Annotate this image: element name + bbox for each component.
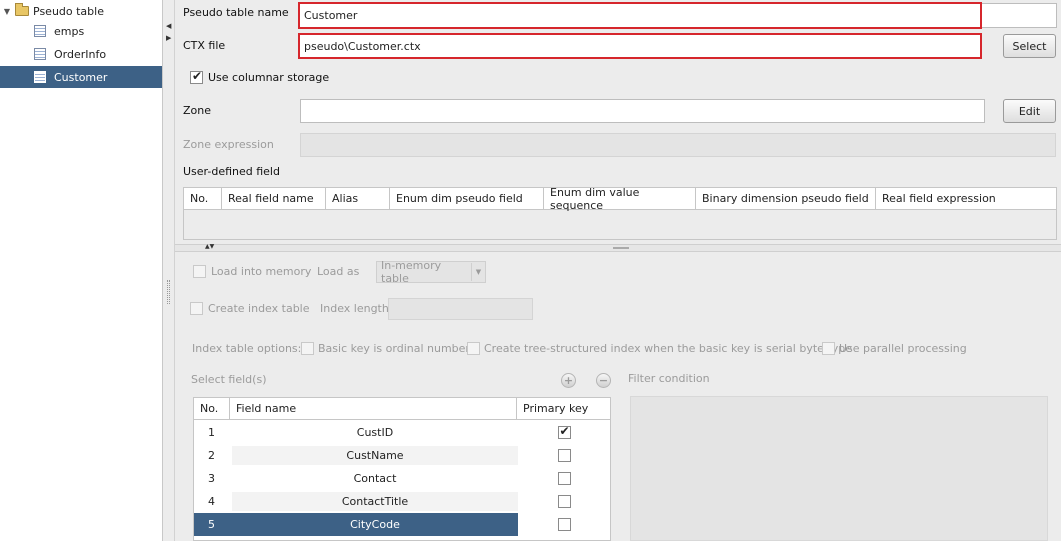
load-into-memory-option: Load into memory (193, 265, 311, 278)
table-icon (34, 48, 46, 60)
udf-col-alias[interactable]: Alias (326, 188, 390, 209)
primary-key-checkbox[interactable] (557, 449, 571, 462)
table-row[interactable]: 1 CustID (194, 421, 610, 444)
folder-icon (15, 3, 29, 16)
zone-input[interactable] (300, 99, 985, 123)
field-name-cell[interactable]: ContactTitle (232, 492, 518, 511)
field-name-cell[interactable]: Contact (232, 469, 518, 488)
load-into-memory-checkbox (193, 265, 206, 278)
field-table-header: No. Field name Primary key (194, 398, 610, 420)
row-number: 5 (194, 513, 232, 536)
primary-key-checkbox[interactable] (557, 495, 571, 508)
dropdown-arrow-icon: ▼ (471, 263, 485, 281)
parallel-processing-checkbox (822, 342, 835, 355)
field-col-field-name[interactable]: Field name (230, 398, 517, 419)
pseudo-table-name-input-extension[interactable] (982, 3, 1057, 28)
add-field-button[interactable]: + (561, 373, 576, 388)
load-into-memory-label: Load into memory (211, 265, 312, 278)
udf-col-real-field-name[interactable]: Real field name (222, 188, 326, 209)
field-name-cell[interactable]: CustID (232, 423, 518, 442)
load-as-value: In-memory table (381, 259, 442, 285)
filter-condition-label: Filter condition (628, 372, 710, 385)
load-as-label: Load as (317, 265, 360, 278)
primary-key-checkbox[interactable] (557, 472, 571, 485)
udf-col-no[interactable]: No. (184, 188, 222, 209)
user-defined-field-table: No. Real field name Alias Enum dim pseud… (183, 186, 1057, 240)
basic-key-ordinal-label: Basic key is ordinal number (318, 342, 470, 355)
row-number: 3 (208, 472, 215, 485)
tree-item-emps[interactable]: emps (0, 20, 162, 42)
udf-table-header: No. Real field name Alias Enum dim pseud… (184, 186, 1056, 212)
index-length-input (388, 298, 533, 320)
zone-label: Zone (183, 104, 212, 117)
ctx-file-input[interactable]: pseudo\Customer.ctx (298, 33, 982, 59)
create-index-table-option: Create index table (190, 302, 310, 315)
tree-item-label: Customer (54, 70, 108, 84)
horizontal-grip-icon[interactable] (613, 247, 629, 249)
primary-key-checkbox[interactable] (557, 518, 571, 531)
pseudo-table-name-label: Pseudo table name (183, 6, 289, 19)
use-columnar-storage-checkbox[interactable] (190, 69, 203, 84)
create-index-table-checkbox (190, 302, 203, 315)
row-number: 1 (208, 426, 215, 439)
expand-arrow-icon[interactable]: ▼ (2, 7, 12, 16)
parallel-processing-option: Use parallel processing (822, 342, 967, 355)
field-col-primary-key[interactable]: Primary key (517, 398, 610, 419)
basic-key-ordinal-checkbox (301, 342, 314, 355)
field-col-no[interactable]: No. (194, 398, 230, 419)
remove-field-button[interactable]: − (596, 373, 611, 388)
table-row[interactable]: 4 ContactTitle (194, 490, 610, 513)
zone-expression-label: Zone expression (183, 138, 274, 151)
table-row-selected[interactable]: 5 CityCode (194, 513, 610, 536)
tree-index-label: Create tree-structured index when the ba… (484, 342, 852, 355)
collapse-left-icon[interactable]: ◀ (166, 22, 171, 30)
create-index-table-label: Create index table (208, 302, 310, 315)
udf-col-binary-dimension-pseudo-field[interactable]: Binary dimension pseudo field (696, 188, 876, 209)
table-icon (34, 71, 46, 83)
tree-item-label: emps (54, 24, 85, 38)
use-columnar-storage-label: Use columnar storage (208, 71, 330, 84)
tree-item-label: OrderInfo (54, 47, 107, 61)
index-length-label: Index length (320, 302, 389, 315)
splitter-arrows-icon[interactable]: ▲▼ (205, 243, 214, 250)
user-defined-field-label: User-defined field (183, 165, 280, 178)
filter-condition-editor (630, 396, 1048, 541)
table-icon (34, 25, 46, 37)
use-columnar-storage-option[interactable]: Use columnar storage (190, 69, 330, 84)
edit-button[interactable]: Edit (1003, 99, 1056, 123)
zone-expression-input (300, 133, 1056, 157)
tree-item-orderinfo[interactable]: OrderInfo (0, 43, 162, 65)
tree-index-option: Create tree-structured index when the ba… (467, 342, 852, 355)
row-number: 2 (208, 449, 215, 462)
field-name-cell[interactable]: CustName (232, 446, 518, 465)
index-table-options-label: Index table options: (192, 342, 302, 355)
udf-col-enum-dim-value-sequence[interactable]: Enum dim value sequence (544, 186, 696, 212)
udf-col-enum-dim-pseudo-field[interactable]: Enum dim pseudo field (390, 188, 544, 209)
field-table: No. Field name Primary key 1 CustID 2 Cu… (193, 397, 611, 541)
primary-key-checkbox[interactable] (557, 424, 571, 439)
table-row[interactable]: 2 CustName (194, 444, 610, 467)
select-button[interactable]: Select (1003, 34, 1056, 58)
field-name-cell[interactable]: CityCode (232, 513, 518, 536)
tree-root-label: Pseudo table (33, 4, 104, 18)
udf-col-real-field-expression[interactable]: Real field expression (876, 188, 1056, 209)
pseudo-table-tree: ▼ Pseudo table emps OrderInfo Customer (0, 0, 163, 541)
parallel-processing-label: Use parallel processing (839, 342, 967, 355)
table-row[interactable]: 3 Contact (194, 467, 610, 490)
ctx-file-label: CTX file (183, 39, 226, 52)
vertical-splitter[interactable]: ◀ ▶ (163, 0, 175, 541)
basic-key-ordinal-option: Basic key is ordinal number (301, 342, 470, 355)
splitter-grip-icon[interactable] (167, 280, 170, 304)
load-as-select: In-memory table ▼ (376, 259, 486, 285)
expand-right-icon[interactable]: ▶ (166, 34, 171, 42)
tree-root-pseudo-table[interactable]: ▼ Pseudo table (0, 0, 162, 22)
row-number: 4 (208, 495, 215, 508)
select-fields-label: Select field(s) (191, 373, 267, 386)
pseudo-table-name-input[interactable]: Customer (298, 2, 982, 29)
tree-index-checkbox (467, 342, 480, 355)
tree-item-customer[interactable]: Customer (0, 66, 162, 88)
horizontal-splitter[interactable]: ▲▼ (175, 243, 1061, 252)
